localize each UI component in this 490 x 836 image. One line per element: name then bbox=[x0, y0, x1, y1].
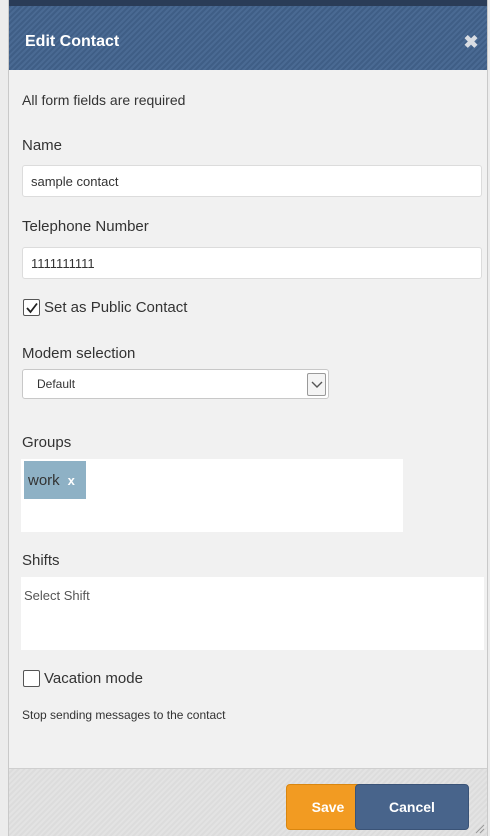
vacation-mode-hint: Stop sending messages to the contact bbox=[22, 708, 226, 722]
modem-selection-label: Modem selection bbox=[22, 345, 136, 362]
groups-label: Groups bbox=[22, 434, 72, 451]
name-label: Name bbox=[22, 137, 63, 154]
telephone-field-value: 1111111111 bbox=[31, 255, 95, 271]
modem-select[interactable]: Default bbox=[22, 369, 329, 399]
vacation-mode-checkbox[interactable] bbox=[23, 670, 40, 687]
resize-grip-icon[interactable] bbox=[473, 822, 485, 834]
telephone-label: Telephone Number bbox=[22, 218, 149, 235]
modem-select-value: Default bbox=[37, 377, 76, 391]
dialog-title: Edit Contact bbox=[25, 33, 120, 50]
telephone-field[interactable]: 1111111111 bbox=[22, 247, 482, 279]
dialog-footer: Save Cancel bbox=[9, 768, 487, 836]
remove-tag-icon[interactable]: x bbox=[68, 473, 75, 488]
vacation-mode-label[interactable]: Vacation mode bbox=[44, 670, 143, 687]
close-icon[interactable]: ✖ bbox=[461, 32, 481, 52]
groups-multiselect[interactable]: work x bbox=[21, 459, 403, 532]
public-contact-label[interactable]: Set as Public Contact bbox=[44, 299, 187, 316]
name-field[interactable]: sample contact bbox=[22, 165, 482, 197]
edit-contact-dialog: Edit Contact ✖ All form fields are requi… bbox=[8, 0, 488, 836]
required-note: All form fields are required bbox=[22, 92, 186, 108]
shifts-placeholder: Select Shift bbox=[24, 588, 90, 603]
public-contact-checkbox[interactable] bbox=[23, 299, 40, 316]
checkmark-icon bbox=[26, 302, 38, 314]
name-field-value: sample contact bbox=[31, 173, 119, 189]
cancel-button[interactable]: Cancel bbox=[355, 784, 469, 830]
chevron-down-icon[interactable] bbox=[307, 373, 326, 396]
shifts-multiselect[interactable]: Select Shift bbox=[21, 577, 484, 650]
shifts-label: Shifts bbox=[22, 552, 60, 569]
group-tag: work x bbox=[24, 461, 86, 499]
group-tag-label: work bbox=[28, 471, 60, 489]
dialog-titlebar[interactable]: Edit Contact ✖ bbox=[9, 6, 487, 70]
